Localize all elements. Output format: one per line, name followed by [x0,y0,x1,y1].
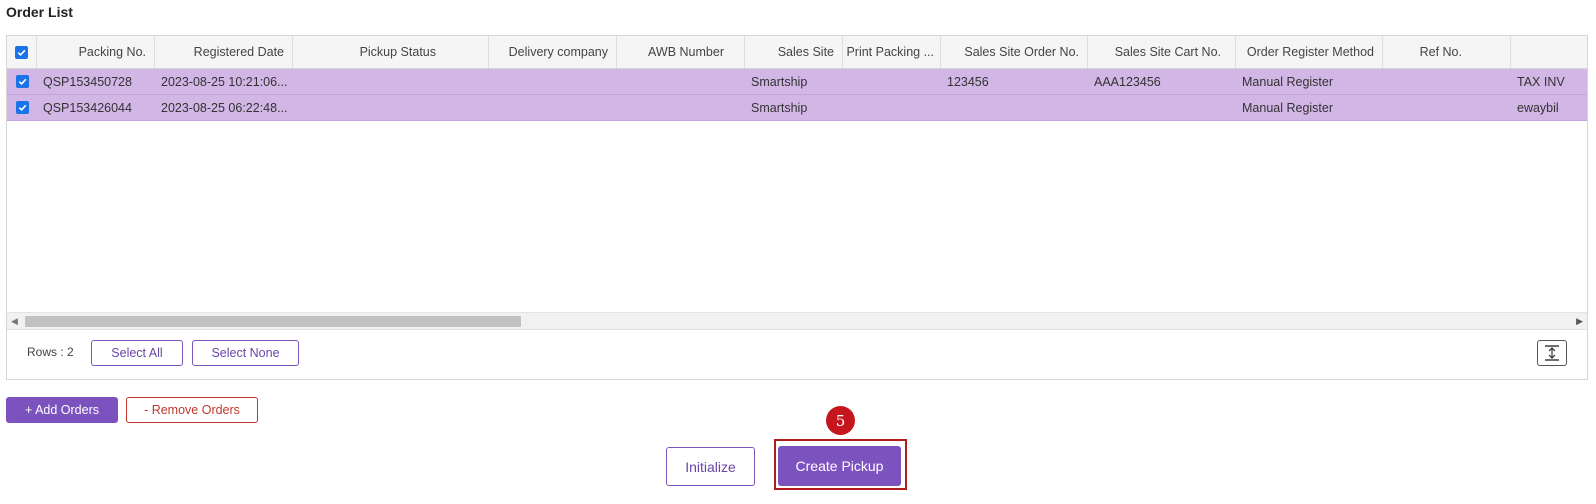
check-icon [15,45,28,59]
cell-sales-site: Smartship [751,74,808,89]
cell-sales-site: Smartship [751,100,808,115]
cell-ref-no [1383,95,1511,120]
cell-print-packing [843,69,941,94]
row-checkbox[interactable] [7,95,37,120]
select-all-checkbox[interactable] [7,36,37,68]
cell-awb-number [617,95,745,120]
col-header-ref-no[interactable]: Ref No. [1383,36,1511,68]
col-header-registered-date[interactable]: Registered Date [155,36,293,68]
col-header-print-packing[interactable]: Print Packing ... [843,36,941,68]
scrollbar-thumb[interactable] [25,316,521,327]
check-icon [15,75,29,88]
cell-packing-no: QSP153450728 [43,74,132,89]
initialize-button[interactable]: Initialize [666,447,755,486]
section-title: Order List [6,4,73,20]
cell-sales-site-order-no: 123456 [947,74,989,89]
expand-grid-button[interactable] [1537,340,1567,366]
cell-extra: ewaybil [1517,100,1559,115]
rows-count: Rows : 2 [27,345,74,359]
horizontal-scrollbar[interactable]: ◀ ▶ [7,312,1587,329]
scroll-right-icon[interactable]: ▶ [1576,316,1583,327]
col-header-delivery-company[interactable]: Delivery company [489,36,617,68]
col-header-order-register-method[interactable]: Order Register Method [1236,36,1383,68]
step-badge: 5 [826,406,855,435]
order-grid: Packing No. Registered Date Pickup Statu… [6,35,1588,380]
cell-pickup-status [293,95,489,120]
col-header-packing-no[interactable]: Packing No. [37,36,155,68]
cell-order-register-method: Manual Register [1242,74,1334,89]
row-checkbox[interactable] [7,69,37,94]
expand-vertical-icon [1545,345,1559,361]
cell-delivery-company [489,95,617,120]
cell-sales-site-cart-no [1088,95,1236,120]
col-header-extra[interactable] [1511,36,1587,68]
cell-delivery-company [489,69,617,94]
cell-sales-site-cart-no: AAA123456 [1094,74,1161,89]
check-icon [15,101,29,114]
remove-orders-button[interactable]: - Remove Orders [126,397,258,423]
cell-print-packing [843,95,941,120]
col-header-awb-number[interactable]: AWB Number [617,36,745,68]
create-pickup-button[interactable]: Create Pickup [778,446,901,486]
grid-body: QSP153450728 2023-08-25 10:21:06... Smar… [7,69,1587,121]
table-row[interactable]: QSP153426044 2023-08-25 06:22:48... Smar… [7,95,1587,121]
add-orders-button[interactable]: + Add Orders [6,397,118,423]
cell-ref-no [1383,69,1511,94]
select-none-button[interactable]: Select None [192,340,299,366]
cell-registered-date: 2023-08-25 06:22:48... [161,100,288,115]
cell-awb-number [617,69,745,94]
cell-extra: TAX INV [1517,74,1565,89]
cell-pickup-status [293,69,489,94]
table-row[interactable]: QSP153450728 2023-08-25 10:21:06... Smar… [7,69,1587,95]
cell-packing-no: QSP153426044 [43,100,132,115]
cell-order-register-method: Manual Register [1242,100,1334,115]
col-header-sales-site-order-no[interactable]: Sales Site Order No. [941,36,1088,68]
col-header-sales-site[interactable]: Sales Site [745,36,843,68]
grid-header: Packing No. Registered Date Pickup Statu… [7,36,1587,69]
select-all-button[interactable]: Select All [91,340,183,366]
cell-registered-date: 2023-08-25 10:21:06... [161,74,288,89]
scroll-left-icon[interactable]: ◀ [11,316,18,327]
cell-sales-site-order-no [941,95,1088,120]
col-header-pickup-status[interactable]: Pickup Status [293,36,489,68]
col-header-sales-site-cart-no[interactable]: Sales Site Cart No. [1088,36,1236,68]
grid-footer: Rows : 2 Select All Select None [7,329,1587,379]
